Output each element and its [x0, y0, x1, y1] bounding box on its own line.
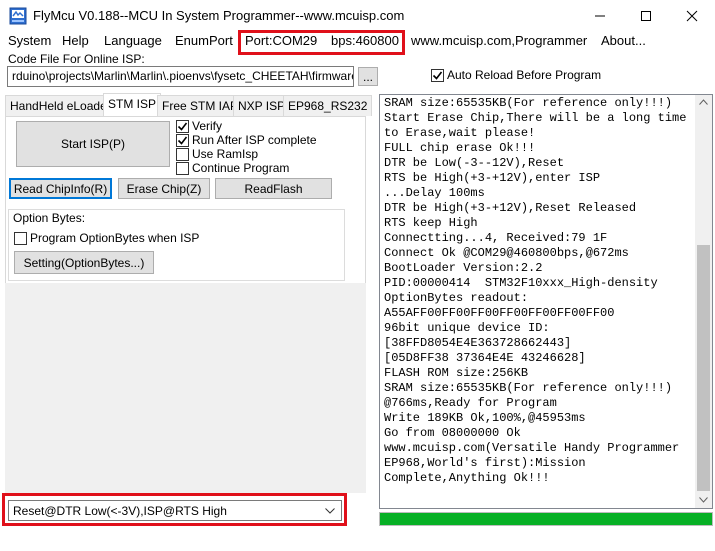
scroll-down-icon	[699, 497, 708, 503]
auto-reload-label: Auto Reload Before Program	[447, 68, 602, 82]
menu-enumport[interactable]: EnumPort	[175, 33, 233, 48]
menu-system[interactable]: System	[8, 33, 51, 48]
port-bps-highlight	[238, 30, 405, 55]
reset-mode-highlight	[2, 493, 347, 526]
continue-program-checkbox[interactable]	[176, 161, 189, 175]
option-bytes-title: Option Bytes:	[13, 211, 86, 225]
option-bytes-group: Option Bytes: Program OptionBytes when I…	[8, 209, 345, 281]
verify-checkbox[interactable]	[176, 119, 189, 133]
program-optionbytes-checkbox[interactable]	[14, 231, 27, 245]
stm-isp-panel: Start ISP(P) Verify Run After ISP comple…	[5, 116, 366, 284]
tab-free-stm-iap[interactable]: Free STM IAP	[157, 95, 244, 116]
tab-ep968-rs232[interactable]: EP968_RS232	[283, 95, 373, 116]
auto-reload-row[interactable]: Auto Reload Before Program	[431, 68, 601, 82]
code-file-path-input[interactable]: rduino\projects\Marlin\Marlin\.pioenvs\f…	[7, 66, 354, 87]
run-after-checkbox[interactable]	[176, 133, 189, 147]
menu-website[interactable]: www.mcuisp.com,Programmer	[411, 33, 587, 48]
continue-program-row[interactable]: Continue Program	[176, 161, 289, 175]
title-bar: FlyMcu V0.188--MCU In System Programmer-…	[0, 0, 715, 32]
run-after-row[interactable]: Run After ISP complete	[176, 133, 317, 147]
progress-bar	[379, 512, 713, 526]
tab-nxp-isp[interactable]: NXP ISP	[233, 95, 291, 116]
erase-chip-button[interactable]: Erase Chip(Z)	[118, 178, 210, 199]
tab-handheld-eloader[interactable]: HandHeld eLoader	[5, 95, 116, 116]
verify-label: Verify	[192, 119, 223, 133]
start-isp-button[interactable]: Start ISP(P)	[16, 121, 170, 167]
use-ramisp-label: Use RamIsp	[192, 147, 259, 161]
checkmark-icon	[177, 122, 188, 131]
tab-stm-isp[interactable]: STM ISP	[103, 93, 162, 117]
minimize-button[interactable]	[577, 0, 623, 32]
auto-reload-checkbox[interactable]	[431, 68, 444, 82]
setting-optionbytes-button[interactable]: Setting(OptionBytes...)	[14, 251, 154, 274]
program-optionbytes-label: Program OptionBytes when ISP	[30, 231, 200, 245]
scroll-thumb[interactable]	[697, 245, 710, 491]
app-icon	[9, 7, 27, 25]
menu-language[interactable]: Language	[104, 33, 162, 48]
log-output[interactable]: SRAM size:65535KB(For reference only!!!)…	[379, 94, 713, 509]
close-button[interactable]	[669, 0, 715, 32]
menu-help[interactable]: Help	[62, 33, 89, 48]
scroll-up-icon	[699, 99, 708, 105]
code-file-label: Code File For Online ISP:	[8, 52, 145, 66]
progress-fill	[380, 513, 712, 525]
program-optionbytes-row[interactable]: Program OptionBytes when ISP	[14, 231, 199, 245]
use-ramisp-checkbox[interactable]	[176, 147, 189, 161]
window-title: FlyMcu V0.188--MCU In System Programmer-…	[33, 8, 405, 23]
read-chipinfo-button[interactable]: Read ChipInfo(R)	[9, 178, 112, 199]
checkmark-icon	[177, 136, 188, 145]
log-scrollbar[interactable]	[695, 95, 712, 508]
browse-button[interactable]: ...	[358, 67, 378, 86]
checkmark-icon	[432, 71, 443, 80]
minimize-icon	[595, 15, 605, 17]
close-icon	[686, 10, 698, 22]
verify-row[interactable]: Verify	[176, 119, 222, 133]
maximize-button[interactable]	[623, 0, 669, 32]
panel-empty-area	[5, 283, 366, 493]
use-ramisp-row[interactable]: Use RamIsp	[176, 147, 258, 161]
run-after-label: Run After ISP complete	[192, 133, 317, 147]
menu-about[interactable]: About...	[601, 33, 646, 48]
log-text: SRAM size:65535KB(For reference only!!!)…	[384, 96, 687, 485]
readflash-button[interactable]: ReadFlash	[215, 178, 332, 199]
continue-program-label: Continue Program	[192, 161, 290, 175]
maximize-icon	[641, 11, 651, 21]
